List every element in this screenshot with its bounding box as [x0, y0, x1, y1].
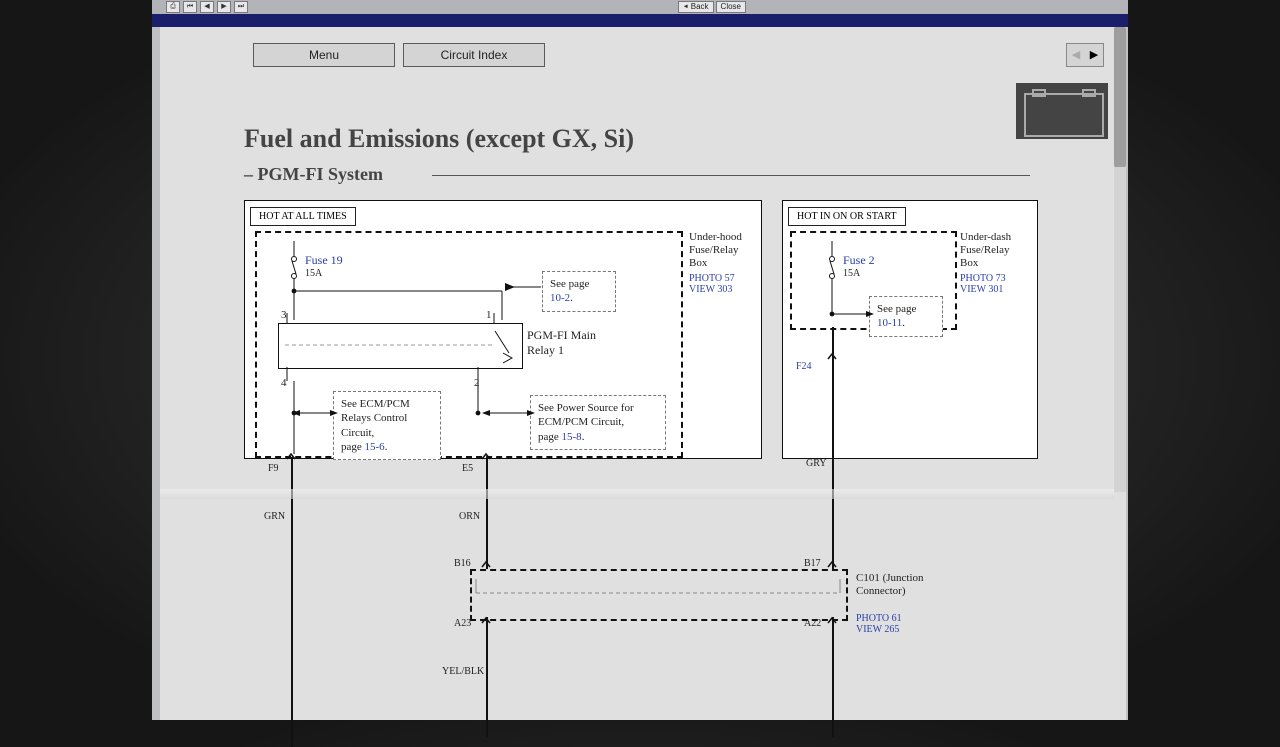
wirecolor-orn: ORN	[459, 511, 480, 522]
wire-yelblk-r	[832, 617, 834, 737]
panel-underdash: HOT IN ON OR START Under-dash Fuse/Relay…	[782, 200, 1038, 459]
toolbar: ⎙ ⏮ ◀ ▶ ⏭ Back Close	[152, 0, 1128, 14]
photo-ref-left-1[interactable]: PHOTO 57	[689, 273, 735, 284]
wirecolor-grn: GRN	[264, 511, 285, 522]
relay-box	[278, 323, 523, 369]
wire-orn	[486, 457, 488, 569]
close-button[interactable]: Close	[716, 1, 746, 13]
viewer-pane: Menu Circuit Index ◀ ▶ Fuel and Emission…	[160, 27, 1126, 720]
tb-last-icon[interactable]: ⏭	[234, 1, 248, 13]
pin-a22: A22	[804, 618, 821, 629]
vertical-scrollbar[interactable]	[1114, 27, 1126, 492]
pin-3: 3	[281, 309, 287, 321]
fuse2-rating: 15A	[843, 268, 860, 279]
junction-ref-2[interactable]: VIEW 265	[856, 624, 899, 635]
seepage-10-2[interactable]: See page10-2.	[542, 271, 616, 312]
junction-label: C101 (Junction Connector)	[856, 572, 946, 598]
app-window: ⎙ ⏮ ◀ ▶ ⏭ Back Close Menu Circuit Index …	[152, 0, 1128, 720]
pin-b16: B16	[454, 558, 471, 569]
scroll-thumb[interactable]	[1114, 27, 1126, 167]
pin-1: 1	[486, 309, 492, 321]
pin-e5: E5	[462, 463, 473, 474]
box-label-left: Under-hood Fuse/Relay Box	[689, 231, 757, 271]
hot-label-left: HOT AT ALL TIMES	[250, 207, 356, 226]
wirecolor-yelblk: YEL/BLK	[442, 666, 484, 677]
pin-4: 4	[281, 377, 287, 389]
junction-ref-1[interactable]: PHOTO 61	[856, 613, 902, 624]
fuse19-name[interactable]: Fuse 19	[305, 253, 343, 268]
photo-ref-right-1[interactable]: PHOTO 73	[960, 273, 1006, 284]
wire-gry	[832, 327, 834, 569]
tb-next-icon[interactable]: ▶	[217, 1, 231, 13]
relay-label: PGM-FI Main Relay 1	[527, 328, 607, 358]
panel-underhood: HOT AT ALL TIMES Under-hood Fuse/Relay B…	[244, 200, 762, 459]
junction-box	[470, 569, 848, 621]
refbox-15-6[interactable]: See ECM/PCM Relays Control Circuit, page…	[333, 391, 441, 460]
photo-ref-left-2[interactable]: VIEW 303	[689, 284, 732, 295]
fuse19-rating: 15A	[305, 268, 322, 279]
diagram: HOT AT ALL TIMES Under-hood Fuse/Relay B…	[160, 27, 1114, 720]
hot-label-right: HOT IN ON OR START	[788, 207, 906, 226]
box-label-right: Under-dash Fuse/Relay Box	[960, 231, 1028, 271]
wire-grn	[291, 457, 293, 747]
tb-first-icon[interactable]: ⏮	[183, 1, 197, 13]
tb-prev-icon[interactable]: ◀	[200, 1, 214, 13]
tb-print-icon[interactable]: ⎙	[166, 1, 180, 13]
pin-f9: F9	[268, 463, 279, 474]
pin-2: 2	[474, 377, 480, 389]
pin-a23: A23	[454, 618, 471, 629]
seepage-10-11[interactable]: See page10-11.	[869, 296, 943, 337]
photo-ref-right-2[interactable]: VIEW 301	[960, 284, 1003, 295]
page-split	[160, 489, 1114, 499]
wirecolor-gry: GRY	[806, 458, 827, 469]
fuse2-name[interactable]: Fuse 2	[843, 253, 875, 268]
pin-b17: B17	[804, 558, 821, 569]
refbox-15-8[interactable]: See Power Source for ECM/PCM Circuit, pa…	[530, 395, 666, 450]
wire-yelblk-l	[486, 617, 488, 737]
back-button[interactable]: Back	[678, 1, 714, 13]
pin-f24: F24	[796, 361, 812, 372]
blue-bar	[152, 14, 1128, 27]
